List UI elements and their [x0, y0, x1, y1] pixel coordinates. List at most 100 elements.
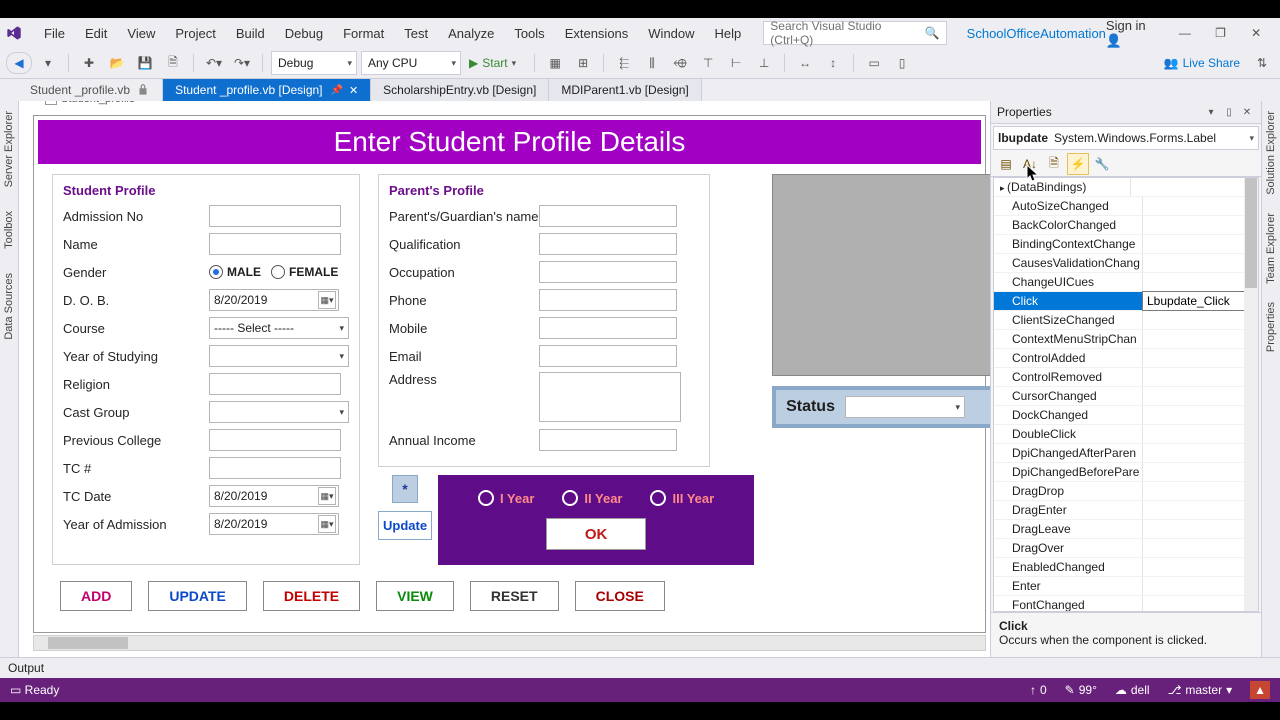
ok-button[interactable]: OK: [546, 518, 646, 550]
save-icon[interactable]: 💾: [133, 52, 157, 74]
properties-icon[interactable]: 🗎: [1043, 153, 1065, 175]
bring-front-icon[interactable]: ▭: [862, 52, 886, 74]
menu-project[interactable]: Project: [165, 22, 225, 45]
input-parent-name[interactable]: [539, 205, 677, 227]
menu-help[interactable]: Help: [705, 22, 752, 45]
alphabetical-icon[interactable]: A↓: [1019, 153, 1041, 175]
send-back-icon[interactable]: ▯: [890, 52, 914, 74]
pin-icon[interactable]: 📌: [331, 85, 343, 96]
feedback-icon[interactable]: ⇅: [1250, 52, 1274, 74]
selected-object-combo[interactable]: lbupdateSystem.Windows.Forms.Label▾: [993, 126, 1259, 150]
event-row[interactable]: Enter: [994, 577, 1258, 596]
quick-launch-search[interactable]: Search Visual Studio (Ctrl+Q) 🔍: [763, 21, 946, 45]
align-center-icon[interactable]: ⫼: [640, 52, 664, 74]
open-file-icon[interactable]: 📂: [105, 52, 129, 74]
align-top-icon[interactable]: ⊤: [696, 52, 720, 74]
event-row[interactable]: AutoSizeChanged: [994, 197, 1258, 216]
delete-button[interactable]: DELETE: [263, 581, 360, 611]
window-close[interactable]: ✕: [1238, 20, 1274, 46]
live-share-button[interactable]: 👥 Live Share: [1158, 52, 1246, 74]
event-row[interactable]: ClientSizeChanged: [994, 311, 1258, 330]
event-row[interactable]: DragDrop: [994, 482, 1258, 501]
tab-order-icon[interactable]: ⊞: [571, 52, 595, 74]
event-row[interactable]: ContextMenuStripChan: [994, 330, 1258, 349]
menu-file[interactable]: File: [34, 22, 75, 45]
window-minimize[interactable]: —: [1167, 20, 1203, 46]
menu-tools[interactable]: Tools: [504, 22, 554, 45]
event-row[interactable]: DpiChangedAfterParen: [994, 444, 1258, 463]
event-row[interactable]: (DataBindings): [994, 178, 1258, 197]
event-row[interactable]: DragEnter: [994, 501, 1258, 520]
event-row[interactable]: CursorChanged: [994, 387, 1258, 406]
events-grid[interactable]: (DataBindings)AutoSizeChangedBackColorCh…: [993, 177, 1259, 612]
menu-edit[interactable]: Edit: [75, 22, 117, 45]
designer-hscrollbar[interactable]: [33, 635, 986, 651]
input-address[interactable]: [539, 372, 681, 422]
align-middle-icon[interactable]: ⊢: [724, 52, 748, 74]
event-row[interactable]: EnabledChanged: [994, 558, 1258, 577]
events-icon[interactable]: ⚡: [1067, 153, 1089, 175]
menu-build[interactable]: Build: [226, 22, 275, 45]
event-row[interactable]: CausesValidationChang: [994, 254, 1258, 273]
radio-year-2[interactable]: II Year: [562, 490, 622, 506]
event-row[interactable]: FontChanged: [994, 596, 1258, 612]
input-tc[interactable]: [209, 457, 341, 479]
nav-fwd-button[interactable]: ▾: [36, 52, 60, 74]
input-qualification[interactable]: [539, 233, 677, 255]
nav-back-button[interactable]: ◀: [6, 52, 32, 74]
close-tab-icon[interactable]: ✕: [349, 84, 358, 97]
update-button[interactable]: UPDATE: [148, 581, 247, 611]
team-explorer-tab[interactable]: Team Explorer: [1265, 213, 1277, 284]
event-row[interactable]: ClickLbupdate_Click: [994, 292, 1258, 311]
config-combo[interactable]: Debug: [271, 51, 357, 75]
new-item-icon[interactable]: ✚: [77, 52, 101, 74]
properties-tab[interactable]: Properties: [1265, 302, 1277, 352]
solution-explorer-tab[interactable]: Solution Explorer: [1265, 111, 1277, 195]
data-sources-tab[interactable]: Data Sources: [3, 273, 15, 340]
menu-window[interactable]: Window: [638, 22, 704, 45]
output-window-tab[interactable]: Output: [0, 657, 1280, 678]
input-name[interactable]: [209, 233, 341, 255]
radio-year-1[interactable]: I Year: [478, 490, 534, 506]
select-cast-group[interactable]: [209, 401, 349, 423]
input-religion[interactable]: [209, 373, 341, 395]
radio-male[interactable]: MALE: [209, 265, 261, 279]
event-row[interactable]: DoubleClick: [994, 425, 1258, 444]
add-button[interactable]: ADD: [60, 581, 132, 611]
event-row[interactable]: ControlRemoved: [994, 368, 1258, 387]
tab-mdiparent-design[interactable]: MDIParent1.vb [Design]: [549, 79, 701, 101]
menu-extensions[interactable]: Extensions: [555, 22, 639, 45]
student-photo-placeholder[interactable]: [772, 174, 990, 376]
align-right-icon[interactable]: ⬲: [668, 52, 692, 74]
panel-menu-icon[interactable]: ▾: [1203, 105, 1219, 119]
input-phone[interactable]: [539, 289, 677, 311]
solution-name[interactable]: SchoolOfficeAutomation: [967, 26, 1106, 41]
status-push[interactable]: ↑ 0: [1030, 683, 1047, 697]
close-button[interactable]: CLOSE: [575, 581, 665, 611]
date-tc[interactable]: 8/20/2019▦▾: [209, 485, 339, 507]
menu-debug[interactable]: Debug: [275, 22, 333, 45]
property-pages-icon[interactable]: 🔧: [1091, 153, 1113, 175]
reset-button[interactable]: RESET: [470, 581, 559, 611]
scrollbar-thumb[interactable]: [1245, 178, 1257, 288]
redo-icon[interactable]: ↷▾: [230, 52, 254, 74]
select-status[interactable]: [845, 396, 965, 418]
categorized-icon[interactable]: ▤: [995, 153, 1017, 175]
scrollbar-thumb[interactable]: [48, 637, 128, 649]
lbupdate-label[interactable]: Update: [378, 511, 432, 540]
input-income[interactable]: [539, 429, 677, 451]
input-admission-no[interactable]: [209, 205, 341, 227]
toolbox-tab[interactable]: Toolbox: [3, 211, 15, 249]
menu-analyze[interactable]: Analyze: [438, 22, 504, 45]
undo-icon[interactable]: ↶▾: [202, 52, 226, 74]
calendar-icon[interactable]: ▦▾: [318, 515, 336, 533]
select-year-studying[interactable]: [209, 345, 349, 367]
platform-combo[interactable]: Any CPU: [361, 51, 461, 75]
input-email[interactable]: [539, 345, 677, 367]
panel-pin-icon[interactable]: ▯: [1221, 105, 1237, 119]
view-button[interactable]: VIEW: [376, 581, 454, 611]
align-bottom-icon[interactable]: ⊥: [752, 52, 776, 74]
menu-format[interactable]: Format: [333, 22, 394, 45]
sign-in-link[interactable]: Sign in 👤: [1106, 18, 1159, 49]
calendar-icon[interactable]: ▦▾: [318, 291, 336, 309]
